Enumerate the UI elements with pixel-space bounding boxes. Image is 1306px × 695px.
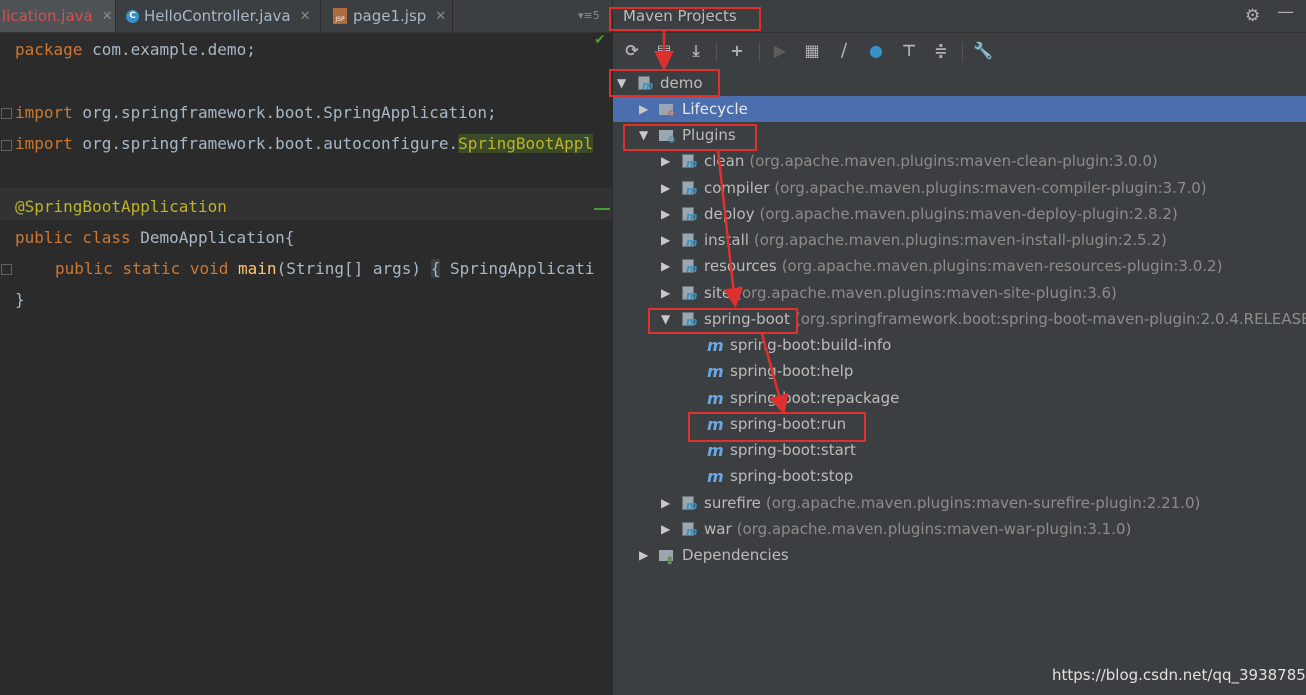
close-icon[interactable]: ✕ [102,9,113,24]
jsp-file-icon: JSP [333,8,347,24]
close-icon[interactable]: ✕ [300,9,311,24]
minimize-icon[interactable]: — [1277,2,1294,22]
tree-node-plugin-compiler[interactable]: ▶ m compiler (org.apache.maven.plugins:ma… [661,175,1207,201]
checkmark-icon: ✔ [594,32,606,48]
code-line-import-2: import org.springframework.boot.autoconf… [15,134,593,153]
collapsed-arrow-icon[interactable]: ▶ [661,181,673,195]
fold-icon[interactable] [1,264,12,275]
collapsed-arrow-icon[interactable]: ▶ [639,548,651,562]
tree-node-plugin-resources[interactable]: ▶ m resources (org.apache.maven.plugins:m… [661,253,1222,279]
skip-tests-icon[interactable]: ● [865,40,887,62]
plugin-icon: m [681,179,699,197]
fold-icon[interactable] [1,140,12,151]
collapsed-arrow-icon[interactable]: ▶ [661,286,673,300]
code-line-package: package com.example.demo; [15,40,256,59]
annotation-box-spring-boot-run [688,412,866,442]
download-icon[interactable]: ⤓ [685,40,707,62]
maven-toolbar: ⟳ ▤ ⤓ + ▶ ▦ ⧸ ● ⊤ ≑ 🔧 [613,33,1306,69]
collapse-all-icon[interactable]: ≑ [930,40,952,62]
lifecycle-folder-icon: ⚙ [659,101,677,120]
plugin-icon: m [681,205,699,223]
collapsed-arrow-icon[interactable]: ▶ [661,496,673,510]
tree-node-plugin-surefire[interactable]: ▶ m surefire (org.apache.maven.plugins:ma… [661,490,1200,516]
plugin-icon: m [681,494,699,512]
tree-node-dependencies[interactable]: ▶ ▮ Dependencies [639,542,789,568]
tree-node-plugin-site[interactable]: ▶ m site (org.apache.maven.plugins:maven-… [661,280,1117,306]
execute-goal-icon[interactable]: ▦ [801,40,823,62]
tree-node-plugin-install[interactable]: ▶ m install (org.apache.maven.plugins:mav… [661,227,1167,253]
maven-goal-icon: m [707,440,724,460]
plugin-icon: m [681,284,699,302]
collapsed-arrow-icon[interactable]: ▶ [639,102,651,116]
class-icon: C [126,9,139,23]
tree-node-plugin-clean[interactable]: ▶ m clean (org.apache.maven.plugins:maven… [661,148,1158,174]
dependencies-folder-icon: ▮ [659,547,677,566]
plugin-icon: m [681,231,699,249]
goal-help[interactable]: m spring-boot:help [707,358,853,384]
close-icon[interactable]: ✕ [435,9,446,24]
reimport-icon[interactable]: ⟳ [621,40,643,62]
collapsed-arrow-icon[interactable]: ▶ [661,233,673,247]
maven-goal-icon: m [707,361,724,381]
watermark: https://blog.csdn.net/qq_39387856 [1052,666,1306,684]
wrench-icon[interactable]: 🔧 [972,40,994,62]
plugin-icon: m [681,257,699,275]
maven-goal-icon: m [707,335,724,355]
collapsed-arrow-icon[interactable]: ▶ [661,154,673,168]
plugin-icon: m [681,520,699,538]
annotation-box-plugins [623,124,757,151]
code-line-close: } [15,290,25,309]
editor-tab-bar: lication.java ✕ C HelloController.java ✕… [0,0,612,33]
tab-overflow-menu[interactable]: ▾≡5 [578,9,600,22]
goal-stop[interactable]: m spring-boot:stop [707,463,853,489]
tab-page1-jsp[interactable]: JSP page1.jsp ✕ [333,0,446,32]
fold-icon[interactable] [1,108,12,119]
maven-goal-icon: m [707,466,724,486]
collapsed-arrow-icon[interactable]: ▶ [661,207,673,221]
generate-sources-icon[interactable]: ▤ [653,40,675,62]
annotation-box-spring-boot [648,308,798,334]
tab-hello-controller[interactable]: C HelloController.java ✕ [126,0,311,32]
maven-projects-panel: Maven Projects ⚙ — ⟳ ▤ ⤓ + ▶ ▦ ⧸ ● ⊤ ≑ 🔧… [612,0,1306,695]
code-line-class: public class DemoApplication{ [15,228,295,247]
code-line-annotation: @SpringBootApplication [15,197,227,216]
maven-goal-icon: m [707,388,724,408]
goal-repackage[interactable]: m spring-boot:repackage [707,385,899,411]
collapsed-arrow-icon[interactable]: ▶ [661,259,673,273]
toggle-offline-icon[interactable]: ⧸ [833,40,855,62]
change-marker [594,208,610,210]
tree-node-plugin-deploy[interactable]: ▶ m deploy (org.apache.maven.plugins:mave… [661,201,1178,227]
collapsed-arrow-icon[interactable]: ▶ [661,522,673,536]
tree-node-lifecycle[interactable]: ▶ ⚙ Lifecycle [639,96,748,122]
tab-demo-application[interactable]: lication.java ✕ [0,0,115,32]
show-dependencies-icon[interactable]: ⊤ [898,40,920,62]
run-icon[interactable]: ▶ [769,40,791,62]
annotation-box-maven-projects [609,7,761,31]
code-editor[interactable]: lication.java ✕ C HelloController.java ✕… [0,0,612,695]
tree-node-plugin-war[interactable]: ▶ m war (org.apache.maven.plugins:maven-w… [661,516,1131,542]
add-icon[interactable]: + [726,40,748,62]
code-line-import-1: import org.springframework.boot.SpringAp… [15,103,497,122]
plugin-icon: m [681,152,699,170]
code-line-main: public static void main(String[] args) {… [55,259,595,278]
gear-icon[interactable]: ⚙ [1245,6,1260,26]
annotation-box-demo [609,69,720,97]
goal-build-info[interactable]: m spring-boot:build-info [707,332,891,358]
